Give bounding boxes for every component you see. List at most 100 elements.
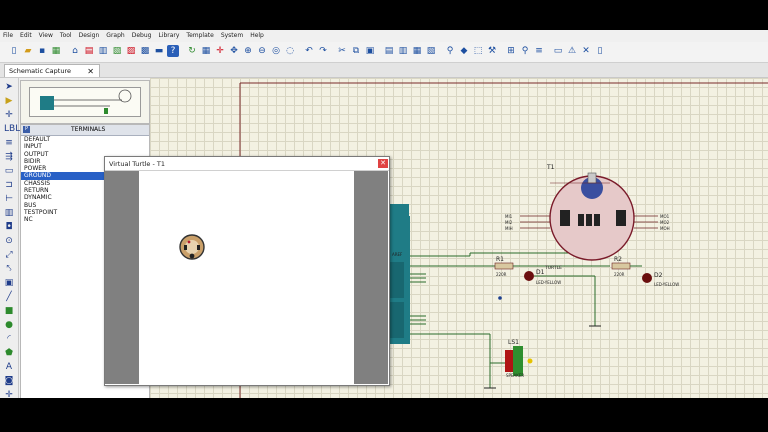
undo-icon[interactable]: ↶ xyxy=(303,45,315,57)
menu-item-view[interactable]: View xyxy=(39,32,53,39)
component-mode-icon[interactable]: ▶ xyxy=(4,96,14,106)
tab-schematic-capture[interactable]: Schematic Capture ✕ xyxy=(4,64,100,77)
virtual-turtle-window[interactable]: Virtual Turtle - T1 ✕ xyxy=(104,156,390,386)
refresh-icon[interactable]: ↻ xyxy=(186,45,198,57)
circle-icon[interactable]: ● xyxy=(4,320,14,330)
block-delete-icon[interactable]: ▧ xyxy=(425,45,437,57)
subcircuit-icon[interactable]: ▭ xyxy=(4,166,14,176)
junction-dot-icon[interactable]: ✛ xyxy=(4,110,14,120)
zoom-out-icon[interactable]: ⊖ xyxy=(256,45,268,57)
t1-label: T1 xyxy=(546,164,555,171)
block-copy-icon[interactable]: ▤ xyxy=(383,45,395,57)
turtle-component[interactable] xyxy=(520,172,658,261)
virtual-turtle-title[interactable]: Virtual Turtle - T1 ✕ xyxy=(105,157,389,171)
text-script-icon[interactable]: ≡ xyxy=(4,138,14,148)
open-folder-icon[interactable]: ▰ xyxy=(22,45,34,57)
copy-icon[interactable]: ⧉ xyxy=(350,45,362,57)
turtle-pin-mih: MIH xyxy=(505,226,513,231)
current-probe-icon[interactable]: ⤣ xyxy=(4,264,14,274)
terminal-item-input[interactable]: INPUT xyxy=(21,143,149,150)
generator-icon[interactable]: ⊙ xyxy=(4,236,14,246)
make-device-icon[interactable]: ◆ xyxy=(458,45,470,57)
zoom-all-icon[interactable]: ◎ xyxy=(270,45,282,57)
d2-value: LED-YELLOW xyxy=(654,282,679,287)
turtle-arena xyxy=(139,171,354,384)
home-icon[interactable]: ⌂ xyxy=(69,45,81,57)
zoom-area-icon[interactable]: ◌ xyxy=(284,45,296,57)
arc-icon[interactable]: ◜ xyxy=(4,334,14,344)
text-icon[interactable]: A xyxy=(4,362,14,372)
menu-item-graph[interactable]: Graph xyxy=(106,32,124,39)
virtual-instruments-icon[interactable]: ▣ xyxy=(4,278,14,288)
menu-item-system[interactable]: System xyxy=(221,32,243,39)
terminal-item-default[interactable]: DEFAULT xyxy=(21,136,149,143)
selection-mode-icon[interactable]: ➤ xyxy=(4,82,14,92)
netlist-icon[interactable]: ▭ xyxy=(552,45,564,57)
block-rotate-icon[interactable]: ▦ xyxy=(411,45,423,57)
close-icon[interactable]: ✕ xyxy=(378,159,388,168)
toolbar: ▯ ▰ ▪ ▦ ⌂ ▤ ▥ ▧ ▨ ▩ ▬ ? ↻ ▦ ✛ ✥ ⊕ ⊖ ◎ ◌ … xyxy=(0,42,768,63)
graph-mode-icon[interactable]: ▥ xyxy=(4,208,14,218)
import-icon[interactable]: ▦ xyxy=(50,45,62,57)
box-icon[interactable]: ■ xyxy=(4,306,14,316)
source-code-icon[interactable]: ▩ xyxy=(139,45,151,57)
redo-icon[interactable]: ↷ xyxy=(317,45,329,57)
arduino-label: AREF xyxy=(392,252,403,257)
electrical-rule-icon[interactable]: ⚠ xyxy=(566,45,578,57)
symbol-icon[interactable]: ◙ xyxy=(4,376,14,386)
close-icon[interactable]: ✕ xyxy=(87,65,94,78)
pcb-icon[interactable]: ▥ xyxy=(97,45,109,57)
turtle-pin-mi2: MI2 xyxy=(505,220,513,225)
menu-item-tool[interactable]: Tool xyxy=(60,32,72,39)
voltage-probe-icon[interactable]: ⤢ xyxy=(4,250,14,260)
save-icon[interactable]: ▪ xyxy=(36,45,48,57)
menu-item-debug[interactable]: Debug xyxy=(132,32,152,39)
terminals-title: TERMINALS xyxy=(71,126,106,133)
bom-icon[interactable]: ▨ xyxy=(125,45,137,57)
block-move-icon[interactable]: ▥ xyxy=(397,45,409,57)
export-icon[interactable]: ▯ xyxy=(594,45,606,57)
menu-item-help[interactable]: Help xyxy=(250,32,264,39)
package-tool-icon[interactable]: ⬚ xyxy=(472,45,484,57)
search-part-icon[interactable]: ⚲ xyxy=(519,45,531,57)
menu-item-file[interactable]: File xyxy=(3,32,13,39)
menu-item-design[interactable]: Design xyxy=(79,32,100,39)
marker-icon[interactable]: ✛ xyxy=(4,390,14,398)
window-title-text: Virtual Turtle - T1 xyxy=(109,160,166,168)
zoom-in-icon[interactable]: ⊕ xyxy=(242,45,254,57)
cut-icon[interactable]: ✂ xyxy=(336,45,348,57)
path-icon[interactable]: ⬟ xyxy=(4,348,14,358)
remove-icon[interactable]: ✕ xyxy=(580,45,592,57)
wire-label-icon[interactable]: LBL xyxy=(4,124,20,134)
turtle-pin-mo2: MO2 xyxy=(660,220,670,225)
r1-value: 220R xyxy=(496,272,507,277)
schematic-icon[interactable]: ▤ xyxy=(83,45,95,57)
help-icon[interactable]: ? xyxy=(167,45,179,57)
gerber-icon[interactable]: ▧ xyxy=(111,45,123,57)
pan-icon[interactable]: ✥ xyxy=(228,45,240,57)
menu-item-library[interactable]: Library xyxy=(158,32,179,39)
menu-bar: File Edit View Tool Design Graph Debug Library T… xyxy=(0,30,768,41)
menu-item-edit[interactable]: Edit xyxy=(20,32,32,39)
bus-icon[interactable]: ⇶ xyxy=(4,152,14,162)
decompose-icon[interactable]: ⚒ xyxy=(486,45,498,57)
wire-autorouter-icon[interactable]: ⊞ xyxy=(505,45,517,57)
property-tool-icon[interactable]: ≡ xyxy=(533,45,545,57)
tape-recorder-icon[interactable]: ◘ xyxy=(4,222,14,232)
pick-device-icon[interactable]: ⚲ xyxy=(444,45,456,57)
pick-from-library-icon[interactable]: P xyxy=(23,126,30,133)
document-tab-bar: Schematic Capture ✕ xyxy=(0,63,768,78)
menu-item-template[interactable]: Template xyxy=(186,32,213,39)
paste-icon[interactable]: ▣ xyxy=(364,45,376,57)
toolbar-buttons: ▯ ▰ ▪ ▦ ⌂ ▤ ▥ ▧ ▨ ▩ ▬ ? ↻ ▦ ✛ ✥ ⊕ ⊖ ◎ ◌ … xyxy=(8,45,606,60)
overview-preview[interactable] xyxy=(20,80,150,124)
turtle-net-label: TURTLE xyxy=(544,265,562,271)
terminals-mode-icon[interactable]: ⊐ xyxy=(4,180,14,190)
book-icon[interactable]: ▬ xyxy=(153,45,165,57)
grid-icon[interactable]: ▦ xyxy=(200,45,212,57)
device-pins-icon[interactable]: ⊢ xyxy=(4,194,14,204)
new-file-icon[interactable]: ▯ xyxy=(8,45,20,57)
turtle-robot-icon xyxy=(179,234,205,260)
line-icon[interactable]: ╱ xyxy=(4,292,14,302)
origin-icon[interactable]: ✛ xyxy=(214,45,226,57)
